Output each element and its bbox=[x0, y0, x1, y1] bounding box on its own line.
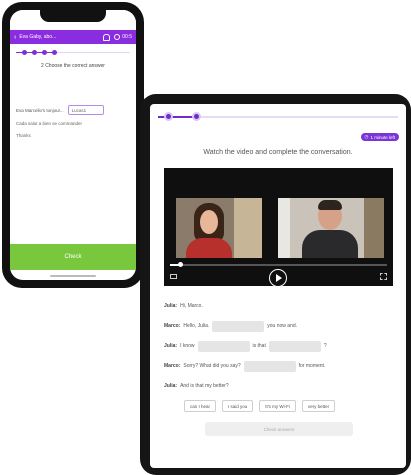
answer-blank[interactable] bbox=[268, 340, 321, 352]
conversation: Julia: Hi, Marco. Marco: Hello, Julia. y… bbox=[164, 298, 396, 398]
exercise-title: Watch the video and complete the convers… bbox=[203, 149, 353, 156]
phone-sentence-line: Thanks bbox=[16, 133, 31, 138]
clock-icon bbox=[114, 34, 121, 40]
phone-header-title: Eva Gaby, abo... bbox=[19, 34, 57, 40]
phone-progress-dot bbox=[52, 50, 57, 55]
dialog-text: for moment. bbox=[298, 363, 326, 369]
phone-screen: ‹ Eva Gaby, abo... 00:5 2 Choose the cor… bbox=[10, 10, 136, 280]
bell-icon[interactable] bbox=[103, 33, 111, 41]
phone-progress-dot bbox=[32, 50, 37, 55]
phone-sentence-prefix: Eva Marcello's tonjour... bbox=[16, 107, 64, 113]
home-indicator bbox=[50, 275, 96, 277]
time-left-label: 1 minute left bbox=[370, 134, 395, 140]
answer-choice[interactable]: It's my Wi-Fi bbox=[259, 400, 296, 412]
speaker-name: Julia: bbox=[164, 343, 178, 349]
time-left-badge: ◷ 1 minute left bbox=[360, 133, 399, 141]
answer-blank[interactable] bbox=[197, 340, 250, 352]
play-button[interactable] bbox=[269, 269, 287, 287]
dialog-text: you now and. bbox=[267, 323, 298, 329]
answer-choice[interactable]: very better bbox=[301, 400, 336, 412]
phone-question: 2 Choose the correct answer bbox=[41, 63, 105, 69]
answer-select[interactable]: Lucas1 bbox=[67, 105, 104, 115]
video-scrubber[interactable] bbox=[170, 264, 387, 266]
dialog-text: Hi, Marco. bbox=[180, 303, 203, 309]
tablet-screen: ◷ 1 minute left Watch the video and comp… bbox=[150, 104, 406, 468]
video-player[interactable] bbox=[164, 168, 393, 287]
phone-progress-dot bbox=[22, 50, 27, 55]
dialog-line: Julia: Hi, Marco. bbox=[164, 298, 396, 314]
answer-choices: can I hear I said you It's my Wi-Fi very… bbox=[184, 400, 336, 412]
clock-icon: ◷ bbox=[364, 134, 369, 139]
tablet-device: ◷ 1 minute left Watch the video and comp… bbox=[140, 94, 411, 475]
speaker-name: Marco: bbox=[164, 363, 181, 369]
phone-sentence: Eva Marcello's tonjour... Lucas1 bbox=[16, 105, 136, 115]
speaker-name: Julia: bbox=[164, 303, 178, 309]
phone-progress bbox=[16, 48, 130, 58]
phone-timer: 00:5 bbox=[114, 34, 132, 40]
phone-device: ‹ Eva Gaby, abo... 00:5 2 Choose the cor… bbox=[2, 2, 144, 288]
tablet-progress-dot bbox=[192, 112, 201, 121]
captions-icon[interactable] bbox=[170, 274, 177, 279]
phone-sentence-line: Cada salut a bien se commander bbox=[16, 121, 83, 126]
dialog-text: Hello, Julia. bbox=[183, 323, 210, 329]
video-scrubber-handle[interactable] bbox=[178, 262, 183, 267]
fullscreen-icon[interactable] bbox=[380, 273, 387, 280]
play-icon bbox=[276, 274, 282, 282]
video-participant-left bbox=[176, 198, 262, 258]
tablet-progress-dot bbox=[164, 112, 173, 121]
dialog-text: ? bbox=[323, 343, 327, 349]
answer-select-value: Lucas1 bbox=[71, 107, 87, 113]
dialog-line: Julia: I know is that ? bbox=[164, 338, 396, 354]
phone-notch bbox=[40, 10, 106, 22]
answer-blank[interactable] bbox=[212, 320, 265, 332]
check-answers-button[interactable]: Check answers bbox=[205, 422, 353, 436]
speaker-name: Julia: bbox=[164, 383, 178, 389]
dialog-line: Marco: Hello, Julia. you now and. bbox=[164, 318, 396, 334]
dialog-line: Marco: Sorry? What did you say? for mome… bbox=[164, 358, 396, 374]
dialog-text: And is that my better? bbox=[180, 383, 229, 389]
answer-choice[interactable]: can I hear bbox=[184, 400, 217, 412]
dialog-text: Sorry? What did you say? bbox=[183, 363, 241, 369]
phone-timer-value: 00:5 bbox=[122, 34, 132, 40]
speaker-name: Marco: bbox=[164, 323, 181, 329]
back-icon[interactable]: ‹ bbox=[14, 34, 16, 41]
tablet-progress bbox=[158, 110, 398, 124]
dialog-text: I know bbox=[180, 343, 195, 349]
check-button[interactable]: Check bbox=[10, 244, 136, 270]
answer-blank[interactable] bbox=[243, 360, 296, 372]
dialog-line: Julia: And is that my better? bbox=[164, 378, 396, 394]
dialog-text: is that bbox=[252, 343, 266, 349]
phone-progress-dot bbox=[42, 50, 47, 55]
video-participant-right bbox=[278, 198, 384, 258]
answer-choice[interactable]: I said you bbox=[222, 400, 254, 412]
phone-header: ‹ Eva Gaby, abo... 00:5 bbox=[10, 30, 136, 44]
